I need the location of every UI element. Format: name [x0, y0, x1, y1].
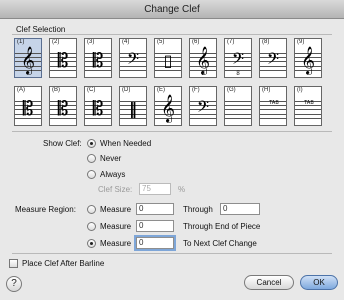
through-end-label: Through End of Piece [183, 222, 261, 231]
clef-glyph-icon: TAB [269, 100, 279, 106]
radio-when-needed[interactable] [87, 139, 96, 148]
ok-button[interactable]: OK [300, 275, 338, 290]
staff-lines [225, 101, 251, 119]
clef-glyph-icon: 𝄡 [92, 50, 104, 72]
clef-number: (5) [157, 39, 165, 45]
clef-glyph-icon: 𝄡 [22, 98, 34, 120]
clef-number: (F) [192, 87, 200, 93]
clef-number: (8) [262, 39, 270, 45]
clef-option-5[interactable]: (5) ▯ [154, 38, 182, 78]
place-clef-label: Place Clef After Barline [22, 259, 105, 268]
clef-option-D[interactable]: (D) ‖ [119, 86, 147, 126]
radio-measure-end-of-piece[interactable] [87, 222, 96, 231]
measure-label-2: Measure [100, 222, 132, 231]
title-bar: Change Clef [0, 0, 344, 19]
clef-option-F[interactable]: (F) 𝄢 [189, 86, 217, 126]
next-clef-change-label: To Next Clef Change [183, 239, 257, 248]
group-divider-bottom [12, 253, 332, 254]
clef-number: (D) [122, 87, 131, 93]
clef-number: (6) [192, 39, 200, 45]
clef-size-field[interactable]: 75 [139, 183, 171, 195]
clef-number: (C) [87, 87, 96, 93]
group-divider-middle [12, 131, 332, 132]
through-label: Through [183, 205, 213, 214]
measure-start-field-2[interactable]: 0 [136, 220, 174, 232]
clef-option-4[interactable]: (4) 𝄢 [119, 38, 147, 78]
show-clef-label: Show Clef: [43, 139, 82, 148]
clef-glyph-icon: 𝄡 [57, 50, 69, 72]
clef-number: (7) [227, 39, 235, 45]
radio-never[interactable] [87, 154, 96, 163]
clef-option-6[interactable]: (6) 𝄞 8 [189, 38, 217, 78]
clef-glyph-icon: 𝄞 [195, 46, 211, 74]
clef-option-E[interactable]: (E) 𝄞 [154, 86, 182, 126]
always-label: Always [100, 170, 126, 179]
clef-glyph-icon: TAB [304, 100, 314, 106]
clef-glyph-icon: 𝄢 [126, 50, 140, 72]
clef-glyph-icon: 𝄞 [160, 94, 176, 122]
clef-option-2[interactable]: (2) 𝄡 [49, 38, 77, 78]
clef-glyph-icon: 𝄞 [300, 46, 316, 74]
clef-glyph-icon: 𝄡 [57, 98, 69, 120]
clef-option-9[interactable]: (9) 𝄞 [294, 38, 322, 78]
measure-label-1: Measure [100, 205, 132, 214]
clef-number: (H) [262, 87, 271, 93]
clef-option-G[interactable]: (G) [224, 86, 252, 126]
clef-number: (1) [17, 39, 25, 45]
clef-glyph-icon: 𝄞 [20, 46, 36, 74]
clef-option-C[interactable]: (C) 𝄡 [84, 86, 112, 126]
clef-option-7[interactable]: (7) 𝄢 8 [224, 38, 252, 78]
clef-option-8[interactable]: (8) 𝄢 [259, 38, 287, 78]
clef-number: (I) [297, 87, 303, 93]
clef-number: (4) [122, 39, 130, 45]
clef-glyph-icon: 𝄢 [266, 50, 280, 72]
clef-glyph-icon: 𝄡 [92, 98, 104, 120]
clef-number: (E) [157, 87, 165, 93]
never-label: Never [100, 154, 122, 163]
clef-selection-label: Clef Selection [16, 25, 66, 34]
window-title: Change Clef [144, 4, 200, 15]
clef-number: (3) [87, 39, 95, 45]
measure-end-field[interactable]: 0 [220, 203, 260, 215]
clef-option-I[interactable]: (I) TAB [294, 86, 322, 126]
clef-octave-sub: 8 [201, 71, 205, 77]
clef-option-A[interactable]: (A) 𝄡 [14, 86, 42, 126]
clef-size-label: Clef Size: [98, 185, 133, 194]
clef-option-1[interactable]: (1) 𝄞 [14, 38, 42, 78]
clef-glyph-icon: 𝄢 [196, 98, 210, 120]
radio-measure-through[interactable] [87, 205, 96, 214]
measure-start-field-1[interactable]: 0 [136, 203, 174, 215]
when-needed-label: When Needed [100, 139, 152, 148]
place-clef-checkbox[interactable] [9, 259, 18, 268]
clef-glyph-icon: 𝄢 [231, 50, 245, 72]
measure-label-3: Measure [100, 239, 132, 248]
clef-number: (2) [52, 39, 60, 45]
measure-start-field-3[interactable]: 0 [136, 237, 174, 249]
clef-number: (B) [52, 87, 60, 93]
help-button[interactable]: ? [6, 276, 22, 292]
clef-size-unit: % [178, 185, 186, 194]
clef-option-3[interactable]: (3) 𝄡 [84, 38, 112, 78]
group-divider-top [12, 34, 332, 35]
clef-octave-sub: 8 [236, 71, 240, 77]
radio-always[interactable] [87, 170, 96, 179]
clef-glyph-icon: ▯ [163, 51, 173, 70]
radio-measure-next-clef[interactable] [87, 239, 96, 248]
clef-number: (9) [297, 39, 305, 45]
cancel-button[interactable]: Cancel [244, 275, 294, 290]
clef-glyph-icon: ‖ [129, 99, 137, 118]
clef-number: (G) [227, 87, 236, 93]
clef-option-H[interactable]: (H) TAB [259, 86, 287, 126]
clef-option-B[interactable]: (B) 𝄡 [49, 86, 77, 126]
clef-number: (A) [17, 87, 25, 93]
measure-region-label: Measure Region: [15, 205, 76, 214]
